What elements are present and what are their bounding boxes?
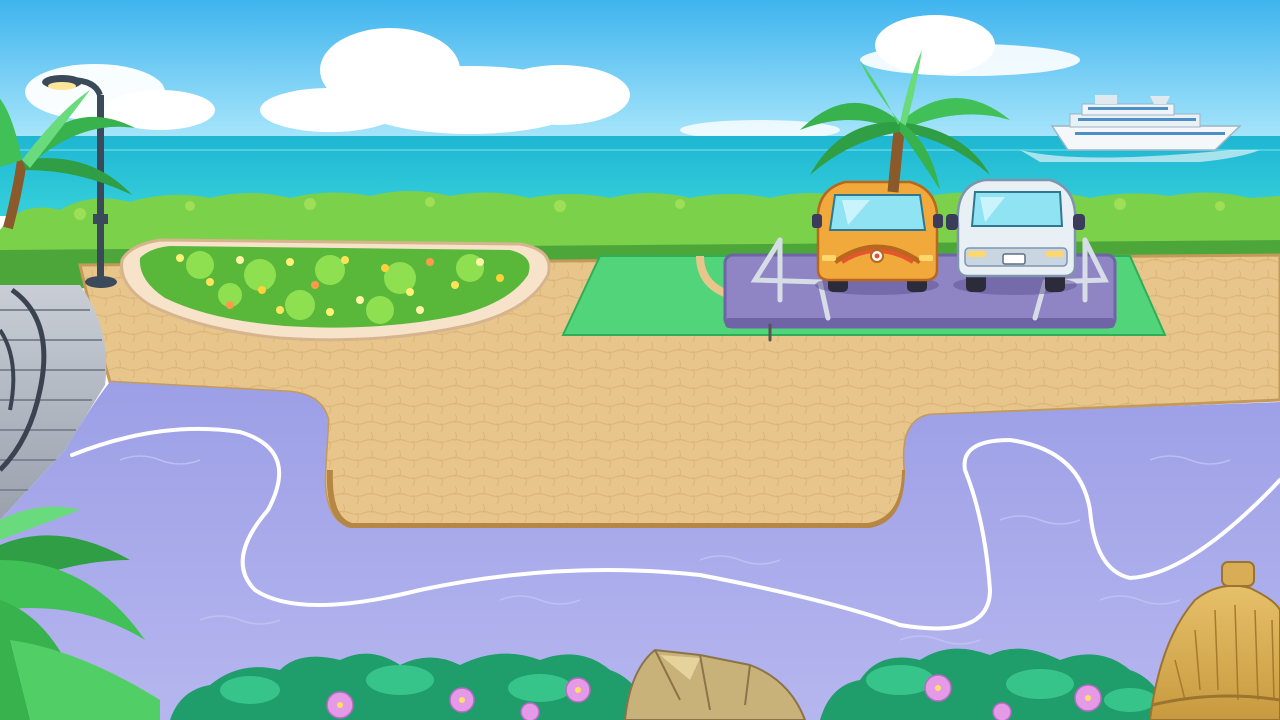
- scene-art: [0, 0, 1280, 720]
- white-car[interactable]: [946, 178, 1085, 295]
- orange-car[interactable]: [812, 180, 943, 295]
- game-scene: [0, 0, 1280, 720]
